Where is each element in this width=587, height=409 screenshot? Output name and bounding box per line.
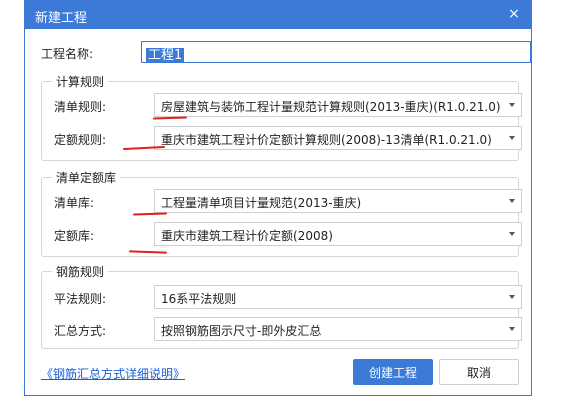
list-rule-value: 房屋建筑与装饰工程计量规范计算规则(2013-重庆)(R1.0.21.0) bbox=[161, 100, 501, 114]
chevron-down-icon bbox=[509, 295, 515, 299]
summary-method-label: 汇总方式: bbox=[54, 324, 107, 338]
chevron-down-icon bbox=[509, 136, 515, 140]
flat-rule-select[interactable]: 16系平法规则 bbox=[154, 285, 522, 309]
calc-rules-title: 计算规则 bbox=[52, 73, 109, 90]
title-bar: 新建工程 × bbox=[25, 1, 531, 29]
close-icon[interactable]: × bbox=[505, 5, 523, 23]
flat-rule-value: 16系平法规则 bbox=[161, 292, 237, 306]
rebar-summary-help-link[interactable]: 《钢筋汇总方式详细说明》 bbox=[41, 365, 185, 382]
project-name-label: 工程名称: bbox=[41, 47, 94, 61]
summary-method-value: 按照钢筋图示尺寸-即外皮汇总 bbox=[161, 324, 322, 338]
flat-rule-label: 平法规则: bbox=[54, 292, 107, 306]
chevron-down-icon bbox=[509, 103, 515, 107]
quota-lib-select[interactable]: 重庆市建筑工程计价定额(2008) bbox=[154, 222, 522, 246]
calc-rules-group: 计算规则 清单规则: 房屋建筑与装饰工程计量规范计算规则(2013-重庆)(R1… bbox=[41, 73, 522, 161]
list-lib-label: 清单库: bbox=[54, 196, 95, 210]
cancel-button[interactable]: 取消 bbox=[439, 359, 519, 385]
project-name-row: 工程名称: 工程1 bbox=[41, 41, 531, 65]
quota-rule-value: 重庆市建筑工程计价定额计算规则(2008)-13清单(R1.0.21.0) bbox=[161, 133, 492, 147]
rebar-rules-title: 钢筋规则 bbox=[52, 263, 109, 280]
quota-lib-value: 重庆市建筑工程计价定额(2008) bbox=[161, 229, 333, 243]
quota-lib-label: 定额库: bbox=[54, 229, 95, 243]
libraries-title: 清单定额库 bbox=[52, 169, 121, 186]
list-rule-label: 清单规则: bbox=[54, 100, 107, 114]
create-project-button[interactable]: 创建工程 bbox=[353, 359, 433, 385]
list-lib-select[interactable]: 工程量清单项目计量规范(2013-重庆) bbox=[154, 189, 522, 213]
list-rule-select[interactable]: 房屋建筑与装饰工程计量规范计算规则(2013-重庆)(R1.0.21.0) bbox=[154, 93, 522, 117]
quota-rule-select[interactable]: 重庆市建筑工程计价定额计算规则(2008)-13清单(R1.0.21.0) bbox=[154, 126, 522, 150]
chevron-down-icon bbox=[509, 327, 515, 331]
chevron-down-icon bbox=[509, 199, 515, 203]
list-lib-value: 工程量清单项目计量规范(2013-重庆) bbox=[161, 196, 362, 210]
new-project-dialog: 新建工程 × 工程名称: 工程1 计算规则 清单规则: 房屋建筑与装饰工程计量规… bbox=[24, 0, 532, 396]
libraries-group: 清单定额库 清单库: 工程量清单项目计量规范(2013-重庆) 定额库: 重庆市… bbox=[41, 169, 522, 257]
chevron-down-icon bbox=[509, 232, 515, 236]
rebar-rules-group: 钢筋规则 平法规则: 16系平法规则 汇总方式: 按照钢筋图示尺寸-即外皮汇总 bbox=[41, 263, 522, 349]
quota-rule-label: 定额规则: bbox=[54, 133, 107, 147]
summary-method-select[interactable]: 按照钢筋图示尺寸-即外皮汇总 bbox=[154, 317, 522, 341]
dialog-title: 新建工程 bbox=[35, 11, 88, 26]
project-name-value: 工程1 bbox=[146, 48, 185, 63]
project-name-input[interactable]: 工程1 bbox=[141, 41, 531, 63]
